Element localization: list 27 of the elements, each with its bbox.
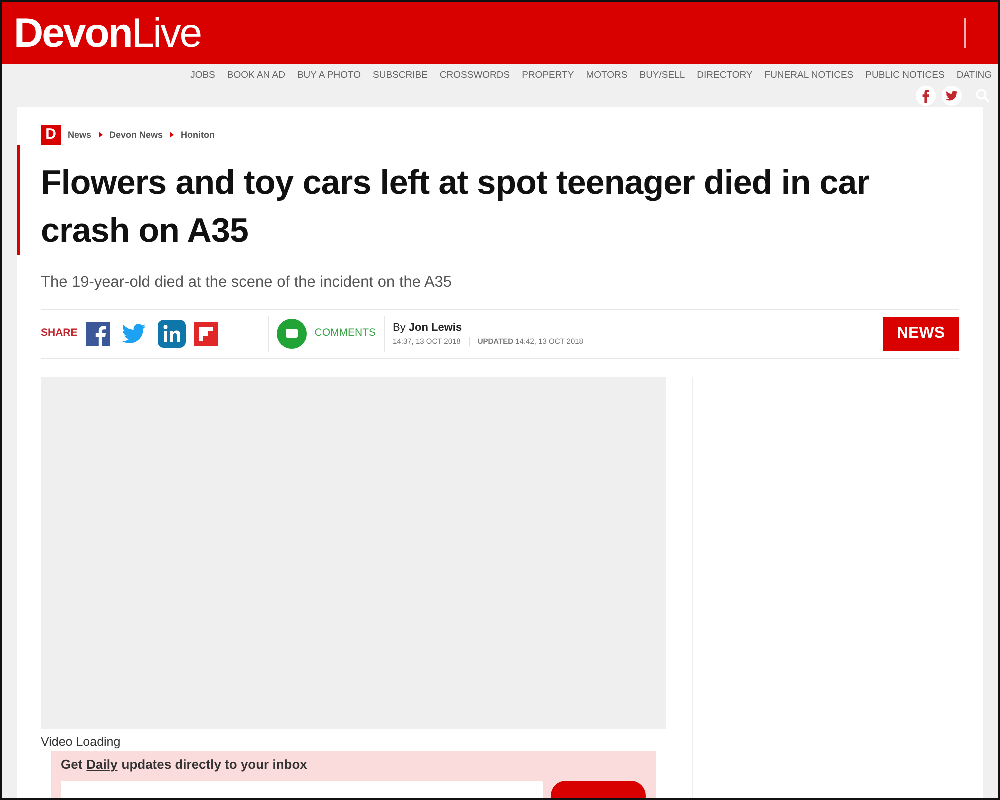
top-nav-link[interactable]: FUNERAL NOTICES (764, 69, 854, 84)
top-nav-link[interactable]: BUY/SELL (640, 69, 686, 84)
site-logo[interactable]: DevonLive (14, 12, 202, 54)
top-nav-link[interactable]: BOOK AN AD (227, 69, 286, 84)
newsletter-text: Get (61, 756, 83, 774)
share-label: SHARE (41, 326, 78, 341)
breadcrumb-link[interactable]: Honiton (181, 128, 216, 142)
newsletter-link[interactable]: Daily (86, 755, 118, 775)
breadcrumb-link[interactable]: Devon News (110, 128, 164, 142)
video-status: Video Loading (41, 734, 122, 751)
top-nav-link[interactable]: SUBSCRIBE (373, 69, 428, 84)
top-nav-link[interactable]: BUY A PHOTO (297, 69, 361, 84)
top-nav-link[interactable]: MOTORS (586, 69, 628, 84)
section-tag[interactable]: NEWS (883, 316, 959, 350)
breadcrumb-link[interactable]: News (68, 128, 92, 142)
comments-link[interactable]: COMMENTS (314, 326, 376, 342)
article-headline: Flowers and toy cars left at spot teenager died in car crash on A35 (41, 163, 871, 252)
article-standfirst: The 19-year-old died at the scene of the incident on the A35 (41, 273, 454, 294)
top-nav-link[interactable]: DIRECTORY (697, 69, 753, 84)
newsletter-text: updates directly to your inbox (122, 756, 308, 774)
top-nav-link[interactable]: CROSSWORDS (440, 69, 510, 84)
top-nav-link[interactable]: PROPERTY (522, 69, 574, 84)
author-byline: By Jon Lewis (393, 320, 464, 336)
top-nav-link[interactable]: JOBS (190, 69, 216, 84)
top-nav-link[interactable]: PUBLIC NOTICES (866, 69, 945, 84)
brand-mark[interactable]: D (41, 125, 61, 146)
top-nav-link[interactable]: DATING (956, 69, 992, 84)
